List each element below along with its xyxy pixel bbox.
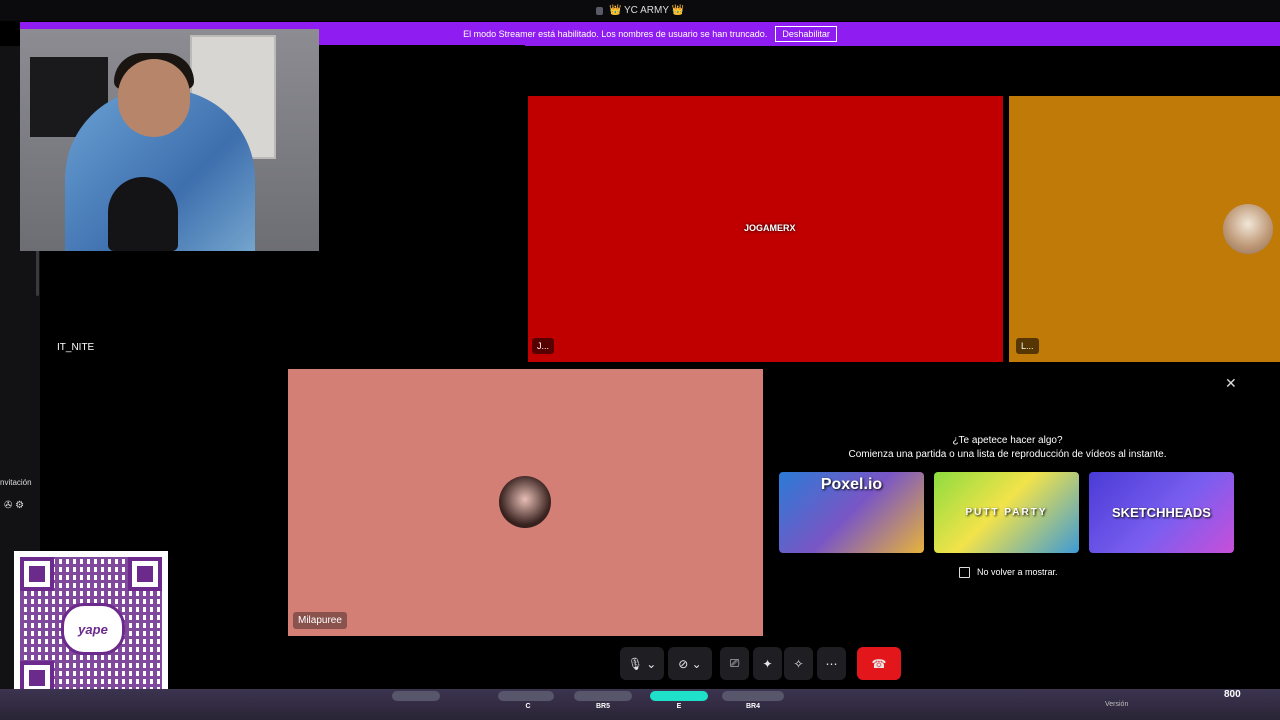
hud-label: C bbox=[525, 703, 531, 710]
qr-code: yape bbox=[14, 551, 168, 701]
streamer-banner-text: El modo Streamer está habilitado. Los no… bbox=[463, 29, 768, 39]
dont-show-checkbox[interactable] bbox=[959, 567, 970, 578]
activities-icon[interactable]: ✦ bbox=[753, 647, 782, 680]
person-head bbox=[118, 59, 190, 137]
hud-label: E bbox=[676, 703, 682, 710]
participant-name: IT_NITE bbox=[57, 342, 95, 353]
game-title: PUTT PARTY bbox=[965, 507, 1048, 518]
call-controls: 🎙 ⌄ ⊘ ⌄ ⎚ ✦ ✧ ⋯ ☎ bbox=[620, 647, 902, 680]
activities-subheading: Comienza una partida o una lista de repr… bbox=[848, 449, 1167, 460]
webcam-overlay bbox=[20, 29, 319, 251]
participant-tile-j[interactable]: JOGAMERX J... bbox=[528, 96, 1003, 362]
hud-version: Versión bbox=[1105, 701, 1129, 708]
close-icon[interactable]: ✕ bbox=[1225, 375, 1237, 392]
microphone-icon[interactable]: 🎙 ⌄ bbox=[620, 647, 664, 680]
game-card-sketch-heads[interactable]: SKETCHHEADS bbox=[1089, 472, 1234, 553]
qr-finder-top-left bbox=[20, 557, 54, 591]
participant-avatar bbox=[1223, 204, 1273, 254]
hang-up-icon[interactable]: ☎ bbox=[857, 647, 901, 680]
settings-gear-icon[interactable]: ✇ ⚙ bbox=[4, 500, 24, 511]
server-shield-icon bbox=[595, 6, 603, 15]
hud-score: 800 bbox=[1224, 689, 1241, 700]
hud-label: BR5 bbox=[595, 703, 611, 710]
camera-off-icon[interactable]: ⊘ ⌄ bbox=[668, 647, 712, 680]
microphone-shape bbox=[108, 177, 178, 251]
activities-heading: ¿Te apetece hacer algo? bbox=[952, 435, 1063, 446]
game-card-poxel[interactable]: Poxel.io bbox=[779, 472, 924, 553]
jogamerx-logo: JOGAMERX bbox=[744, 223, 796, 233]
window-title: 👑 YC ARMY 👑 bbox=[608, 5, 685, 16]
dont-show-label: No volver a mostrar. bbox=[977, 567, 1058, 577]
participant-tile-l[interactable]: L... bbox=[1009, 96, 1280, 362]
qr-finder-top-right bbox=[128, 557, 162, 591]
participant-name: J... bbox=[532, 338, 555, 354]
game-card-putt-party[interactable]: PUTT PARTY bbox=[934, 472, 1079, 553]
screen-share-icon[interactable]: ⎚ bbox=[720, 647, 749, 680]
participant-name: Milapuree bbox=[293, 612, 347, 629]
activities-panel: ✕ ¿Te apetece hacer algo? Comienza una p… bbox=[770, 369, 1245, 636]
left-rail-scrollbar[interactable] bbox=[36, 246, 39, 296]
more-options-icon[interactable]: ⋯ bbox=[817, 647, 846, 680]
game-hud-strip: C BR5 E BR4 Versión 800 bbox=[0, 689, 1280, 720]
hud-label: BR4 bbox=[745, 703, 761, 710]
yape-logo: yape bbox=[61, 603, 125, 655]
window-titlebar: 👑 YC ARMY 👑 bbox=[0, 0, 1280, 21]
participant-avatar bbox=[499, 476, 551, 528]
sidebar-invite-area: nvitación ✇ ⚙ bbox=[0, 473, 40, 513]
soundboard-icon[interactable]: ✧ bbox=[784, 647, 813, 680]
participant-tile-milapuree[interactable]: Milapuree bbox=[288, 369, 763, 636]
participant-name: L... bbox=[1016, 338, 1039, 354]
invite-label[interactable]: nvitación bbox=[0, 478, 32, 487]
game-title: SKETCHHEADS bbox=[1112, 505, 1211, 520]
disable-streamer-button[interactable]: Deshabilitar bbox=[775, 26, 837, 42]
game-title: Poxel.io bbox=[820, 476, 883, 493]
